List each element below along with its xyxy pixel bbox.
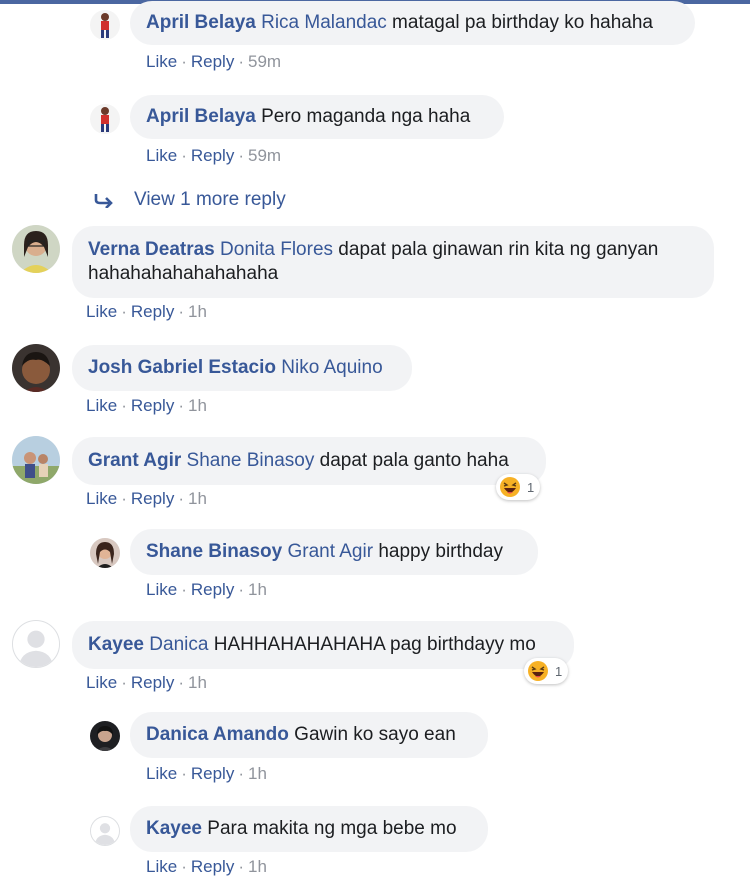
like-link[interactable]: Like xyxy=(146,146,177,165)
timestamp[interactable]: 1h xyxy=(188,673,207,692)
comment-text: HAHHAHAHAHAHA pag birthdayy mo xyxy=(208,634,536,655)
like-link[interactable]: Like xyxy=(146,857,177,876)
comment-text: Para makita ng mga bebe mo xyxy=(202,818,457,839)
comment-mention[interactable]: Grant Agir xyxy=(288,541,374,562)
comment-author[interactable]: Danica Amando xyxy=(146,724,289,745)
like-link[interactable]: Like xyxy=(146,764,177,783)
comment-bubble: Josh Gabriel Estacio Niko Aquino xyxy=(72,345,412,391)
view-more-replies-link[interactable]: View 1 more reply xyxy=(94,189,286,211)
avatar[interactable] xyxy=(90,721,120,751)
comment-actions: Like · Reply · 1h xyxy=(86,396,207,415)
comment-mention[interactable]: Danica xyxy=(149,634,208,655)
comment-author[interactable]: April Belaya xyxy=(146,106,256,127)
comment-author[interactable]: April Belaya xyxy=(146,12,256,33)
default-avatar-icon xyxy=(13,621,59,667)
like-link[interactable]: Like xyxy=(86,302,117,321)
comment-text: matagal pa birthday ko hahaha xyxy=(386,12,653,33)
timestamp[interactable]: 1h xyxy=(248,857,267,876)
comment-mention[interactable]: Donita Flores xyxy=(220,239,333,260)
reply-link[interactable]: Reply xyxy=(191,764,234,783)
comment-author[interactable]: Kayee xyxy=(146,818,202,839)
avatar[interactable] xyxy=(12,620,60,668)
avatar[interactable] xyxy=(90,538,120,568)
comment-actions: Like · Reply · 1h xyxy=(86,302,207,321)
reaction-badge[interactable]: 1 xyxy=(524,658,569,684)
avatar[interactable] xyxy=(12,344,60,392)
timestamp[interactable]: 59m xyxy=(248,52,281,71)
comment-actions: Like · Reply · 1h xyxy=(86,673,207,692)
comment-author[interactable]: Verna Deatras xyxy=(88,239,215,260)
avatar[interactable] xyxy=(90,816,120,846)
comment-actions: Like · Reply · 1h xyxy=(146,764,267,783)
avatar[interactable] xyxy=(90,10,120,40)
haha-reaction-icon xyxy=(528,661,548,681)
reply-arrow-icon xyxy=(94,194,113,208)
comment-bubble: Kayee Danica HAHHAHAHAHAHA pag birthdayy… xyxy=(72,621,574,669)
timestamp[interactable]: 1h xyxy=(188,396,207,415)
comment-text: happy birthday xyxy=(373,541,503,562)
comment-bubble: Kayee Para makita ng mga bebe mo xyxy=(130,806,488,852)
comment-mention[interactable]: Shane Binasoy xyxy=(187,450,315,471)
comment-actions: Like · Reply · 1h xyxy=(86,489,207,508)
comment-bubble: Verna Deatras Donita Flores dapat pala g… xyxy=(72,226,714,298)
reply-link[interactable]: Reply xyxy=(191,52,234,71)
avatar[interactable] xyxy=(12,436,60,484)
reply-link[interactable]: Reply xyxy=(131,396,174,415)
reaction-badge[interactable]: 1 xyxy=(496,474,541,500)
comment-actions: Like · Reply · 59m xyxy=(146,146,282,165)
timestamp[interactable]: 1h xyxy=(188,489,207,508)
like-link[interactable]: Like xyxy=(146,52,177,71)
comment-bubble: April Belaya Pero maganda nga haha xyxy=(130,95,504,139)
comment-author[interactable]: Kayee xyxy=(88,634,144,655)
reply-link[interactable]: Reply xyxy=(131,489,174,508)
comment-author[interactable]: Grant Agir xyxy=(88,450,181,471)
comment-bubble: Danica Amando Gawin ko sayo ean xyxy=(130,712,488,758)
reaction-count: 1 xyxy=(527,479,535,495)
avatar[interactable] xyxy=(90,104,120,134)
default-avatar-icon xyxy=(91,817,119,845)
like-link[interactable]: Like xyxy=(146,580,177,599)
haha-reaction-icon xyxy=(500,477,520,497)
like-link[interactable]: Like xyxy=(86,489,117,508)
avatar[interactable] xyxy=(12,225,60,273)
reaction-count: 1 xyxy=(555,663,563,679)
reply-link[interactable]: Reply xyxy=(131,302,174,321)
timestamp[interactable]: 1h xyxy=(188,302,207,321)
comment-mention[interactable]: Niko Aquino xyxy=(281,357,382,378)
reply-link[interactable]: Reply xyxy=(131,673,174,692)
comment-actions: Like · Reply · 1h xyxy=(146,580,267,599)
like-link[interactable]: Like xyxy=(86,673,117,692)
timestamp[interactable]: 1h xyxy=(248,580,267,599)
comment-author[interactable]: Shane Binasoy xyxy=(146,541,282,562)
comment-bubble: Shane Binasoy Grant Agir happy birthday xyxy=(130,529,538,575)
comment-text: Gawin ko sayo ean xyxy=(288,724,456,745)
comment-author[interactable]: Josh Gabriel Estacio xyxy=(88,357,276,378)
timestamp[interactable]: 1h xyxy=(248,764,267,783)
comment-mention[interactable]: Rica Malandac xyxy=(261,12,387,33)
comment-text: Pero maganda nga haha xyxy=(255,106,471,127)
reply-link[interactable]: Reply xyxy=(191,857,234,876)
comment-bubble: April Belaya Rica Malandac matagal pa bi… xyxy=(130,1,695,45)
comment-text: dapat pala ganto haha xyxy=(314,450,509,471)
reply-link[interactable]: Reply xyxy=(191,146,234,165)
like-link[interactable]: Like xyxy=(86,396,117,415)
reply-link[interactable]: Reply xyxy=(191,580,234,599)
comment-actions: Like · Reply · 1h xyxy=(146,857,267,876)
view-more-label[interactable]: View 1 more reply xyxy=(134,189,286,211)
timestamp[interactable]: 59m xyxy=(248,146,281,165)
comment-bubble: Grant Agir Shane Binasoy dapat pala gant… xyxy=(72,437,546,485)
comment-actions: Like · Reply · 59m xyxy=(146,52,282,71)
